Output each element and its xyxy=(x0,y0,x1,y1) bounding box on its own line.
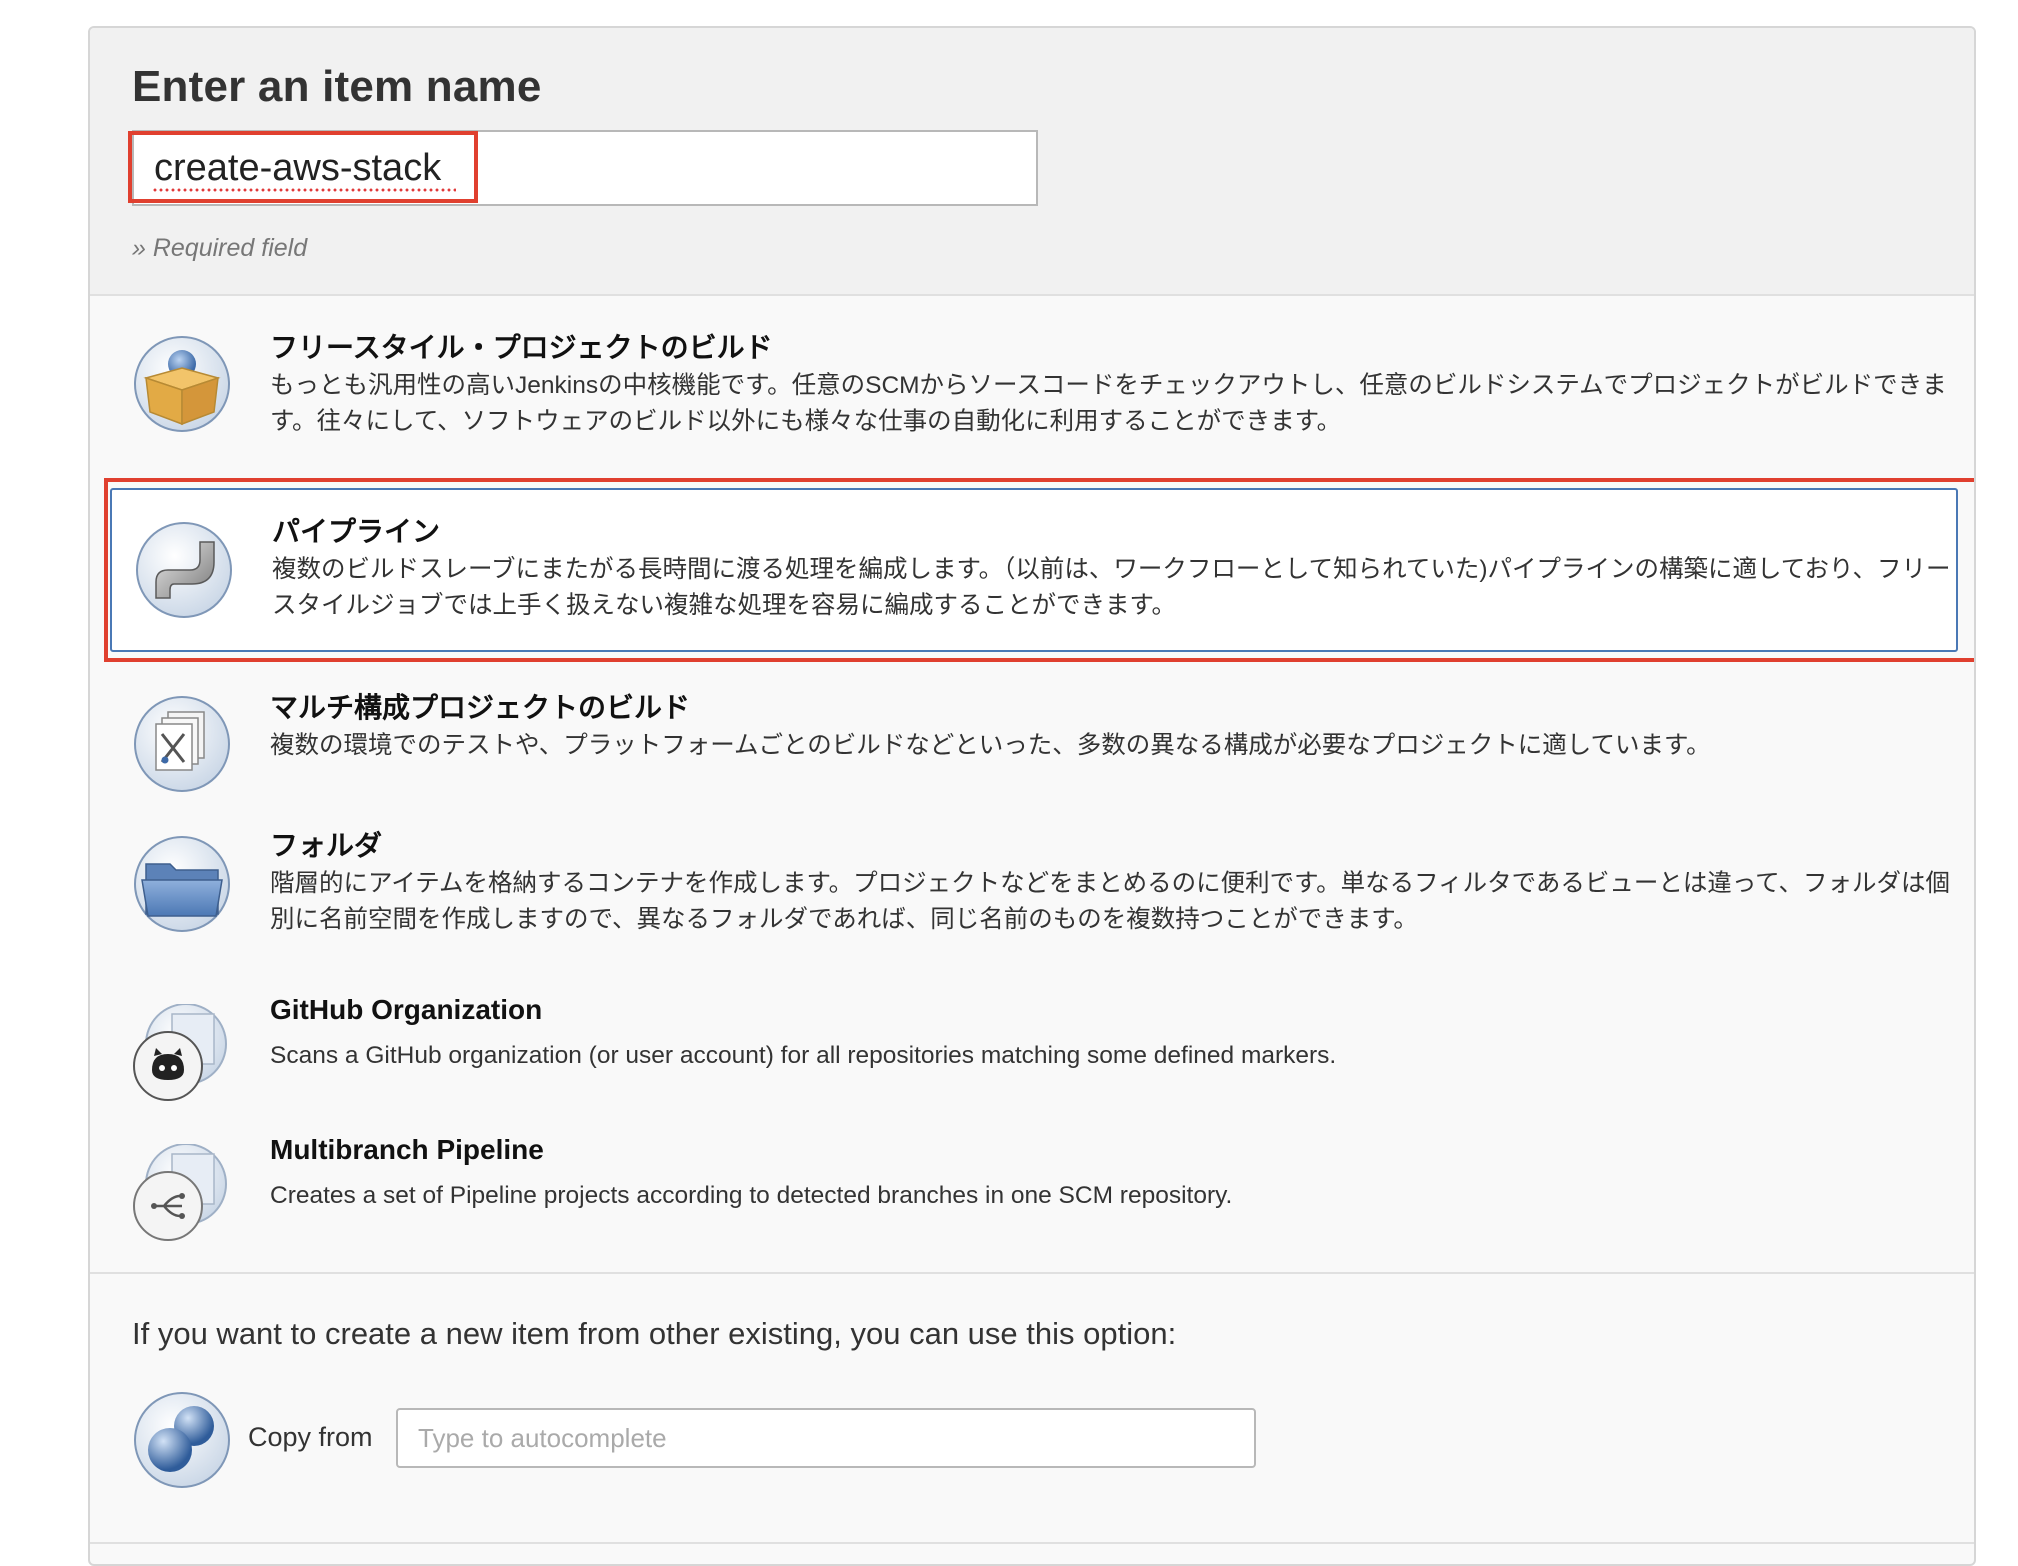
item-type-pipeline[interactable]: パイプライン 複数のビルドスレーブにまたがる長時間に渡る処理を編成します。（以前… xyxy=(110,488,1958,652)
copy-from-input[interactable] xyxy=(396,1408,1256,1468)
item-description: もっとも汎用性の高いJenkinsの中核機能です。任意のSCMからソースコードを… xyxy=(270,372,1947,435)
item-title: Multibranch Pipeline xyxy=(270,1134,544,1165)
copy-from-section: If you want to create a new item from ot… xyxy=(90,1272,1974,1534)
item-description: 複数の環境でのテストや、プラットフォームごとのビルドなどといった、多数の異なる構… xyxy=(270,732,1711,759)
item-type-github-organization[interactable]: GitHub Organization Scans a GitHub organ… xyxy=(110,994,1958,1104)
copy-spheres-icon xyxy=(134,1392,230,1488)
new-item-panel: Enter an item name » Required field フリース… xyxy=(88,26,1976,1566)
section-divider xyxy=(90,1542,1974,1544)
item-description: 階層的にアイテムを格納するコンテナを作成します。プロジェクトなどをまとめるのに便… xyxy=(270,870,1950,933)
copy-from-label: Copy from xyxy=(248,1422,373,1452)
item-title: GitHub Organization xyxy=(270,994,543,1025)
page-title: Enter an item name xyxy=(132,62,542,111)
item-description: Scans a GitHub organization (or user acc… xyxy=(270,1042,1337,1069)
item-type-freestyle[interactable]: フリースタイル・プロジェクトのビルド もっとも汎用性の高いJenkinsの中核機… xyxy=(110,322,1958,450)
item-title: パイプライン xyxy=(272,516,441,547)
item-description: 複数のビルドスレーブにまたがる長時間に渡る処理を編成します。（以前は、ワークフロ… xyxy=(272,556,1951,619)
copy-from-heading: If you want to create a new item from ot… xyxy=(132,1316,1177,1351)
folder-icon xyxy=(134,836,230,932)
pipeline-pipe-icon xyxy=(136,522,232,618)
multibranch-icon xyxy=(133,1144,227,1241)
item-type-folder[interactable]: フォルダ 階層的にアイテムを格納するコンテナを作成します。プロジェクトなどをまと… xyxy=(110,824,1958,954)
item-name-section: Enter an item name » Required field xyxy=(90,28,1974,296)
item-name-input[interactable] xyxy=(134,132,1036,204)
multi-config-icon xyxy=(134,696,230,792)
github-octocat-icon xyxy=(133,1004,227,1101)
freestyle-box-icon xyxy=(134,336,230,432)
item-title: マルチ構成プロジェクトのビルド xyxy=(270,692,691,723)
item-name-field-wrap xyxy=(132,130,1038,206)
item-type-multibranch-pipeline[interactable]: Multibranch Pipeline Creates a set of Pi… xyxy=(110,1134,1958,1244)
item-title: フリースタイル・プロジェクトのビルド xyxy=(270,332,773,363)
item-description: Creates a set of Pipeline projects accor… xyxy=(270,1182,1233,1209)
item-title: フォルダ xyxy=(270,830,383,861)
item-type-multi-config[interactable]: マルチ構成プロジェクトのビルド 複数の環境でのテストや、プラットフォームごとのビ… xyxy=(110,684,1958,794)
required-field-note: » Required field xyxy=(132,234,308,262)
